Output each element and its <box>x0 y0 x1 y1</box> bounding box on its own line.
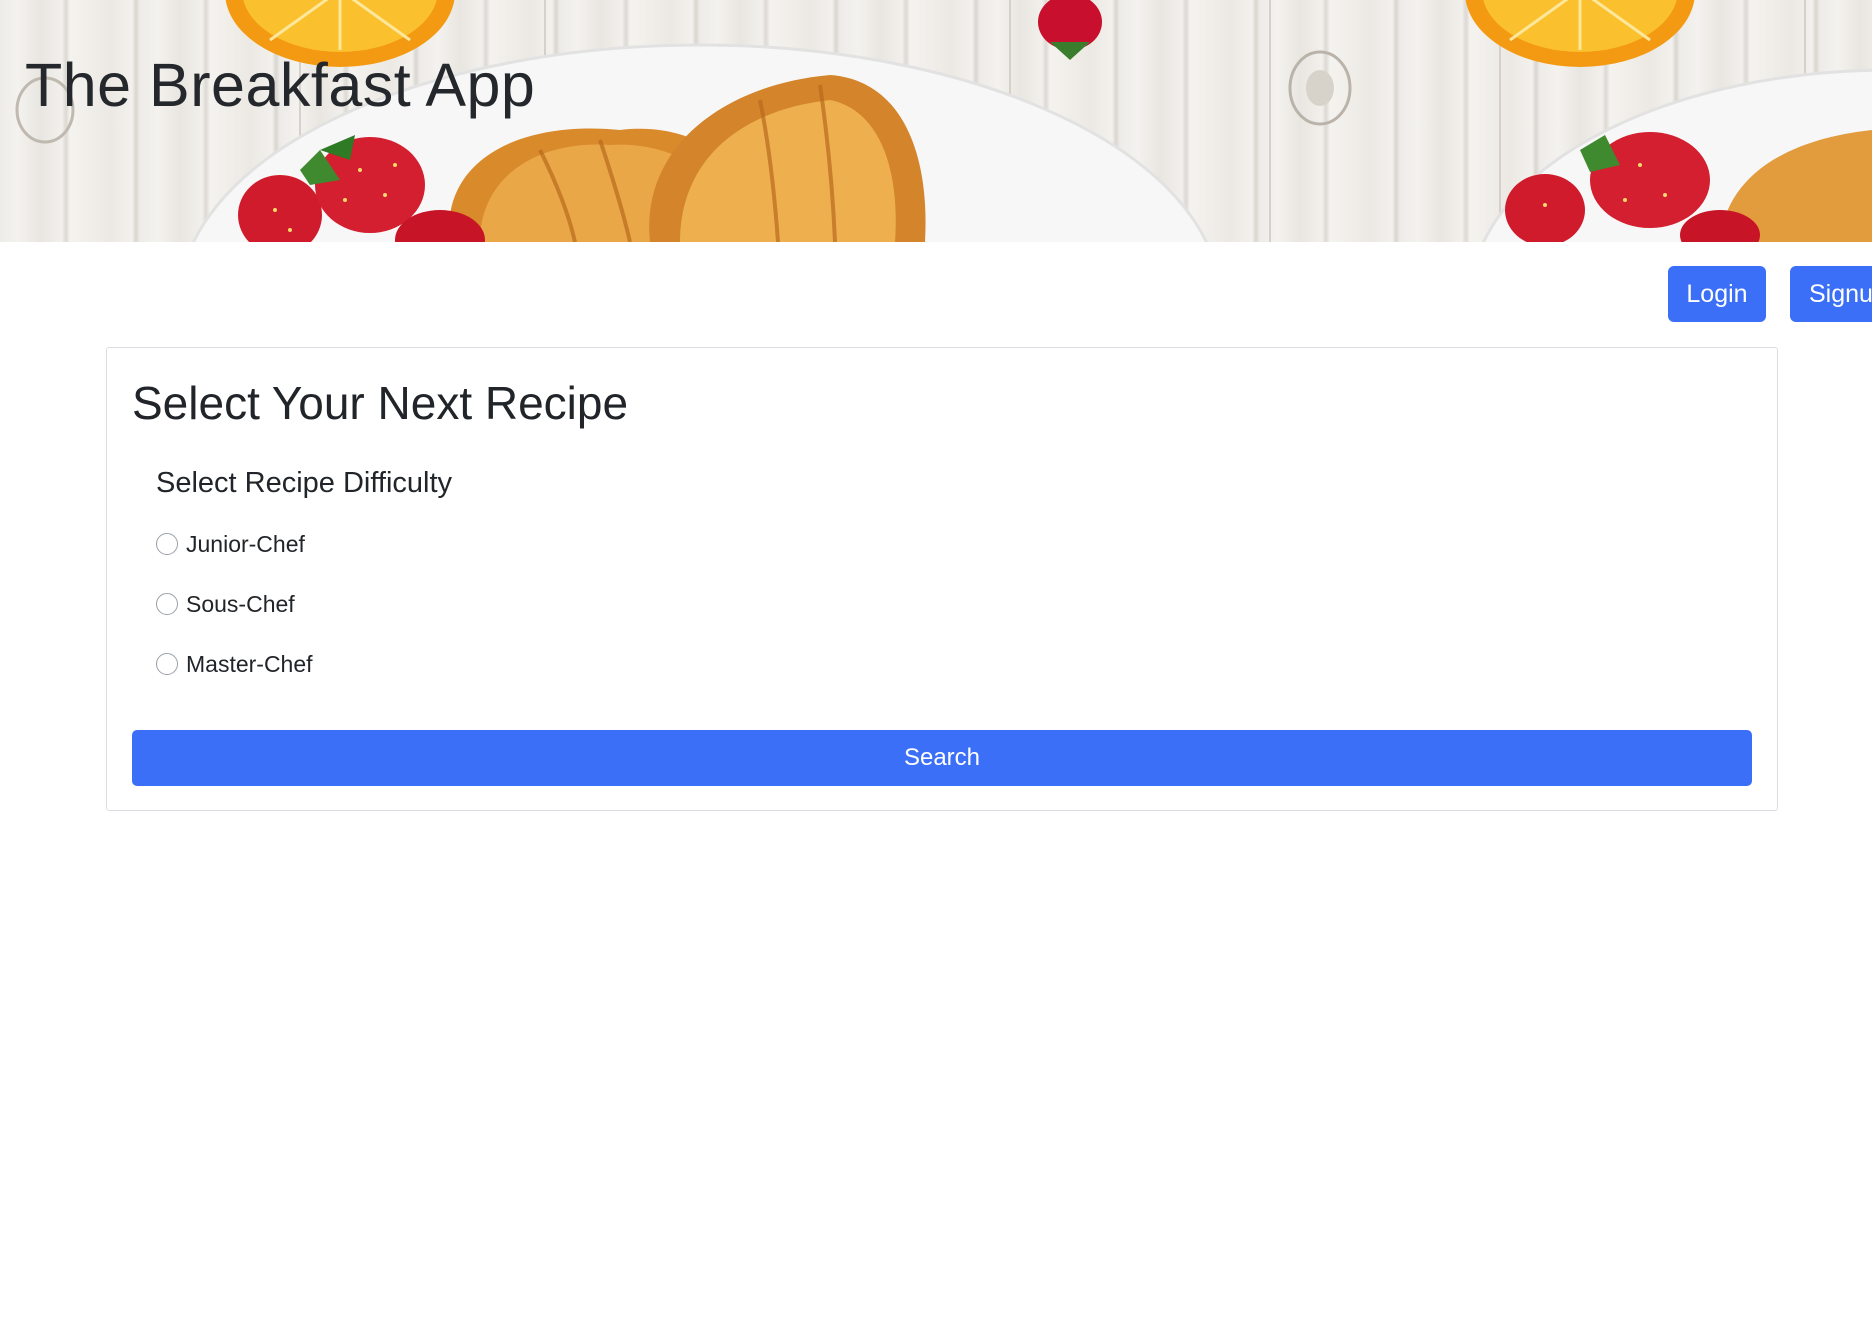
login-button[interactable]: Login <box>1668 266 1766 322</box>
signup-button[interactable]: Signup <box>1790 266 1872 322</box>
difficulty-section-title: Select Recipe Difficulty <box>156 467 453 499</box>
radio-label: Sous-Chef <box>186 590 295 617</box>
radio-label: Junior-Chef <box>186 530 305 557</box>
breakfast-banner-image <box>15 0 1872 242</box>
radio-label: Master-Chef <box>186 650 313 677</box>
radio-button[interactable] <box>156 593 178 615</box>
search-button[interactable]: Search <box>132 730 1752 786</box>
difficulty-option-junior-chef[interactable]: Junior-Chef <box>156 528 305 560</box>
radio-button[interactable] <box>156 653 178 675</box>
page-title: Select Your Next Recipe <box>132 377 629 429</box>
difficulty-option-master-chef[interactable]: Master-Chef <box>156 648 313 680</box>
header-banner: The Breakfast App <box>0 0 1872 242</box>
app-title: The Breakfast App <box>25 51 536 119</box>
difficulty-option-sous-chef[interactable]: Sous-Chef <box>156 588 295 620</box>
recipe-selection-card: Select Your Next Recipe Select Recipe Di… <box>106 347 1778 811</box>
radio-button[interactable] <box>156 533 178 555</box>
